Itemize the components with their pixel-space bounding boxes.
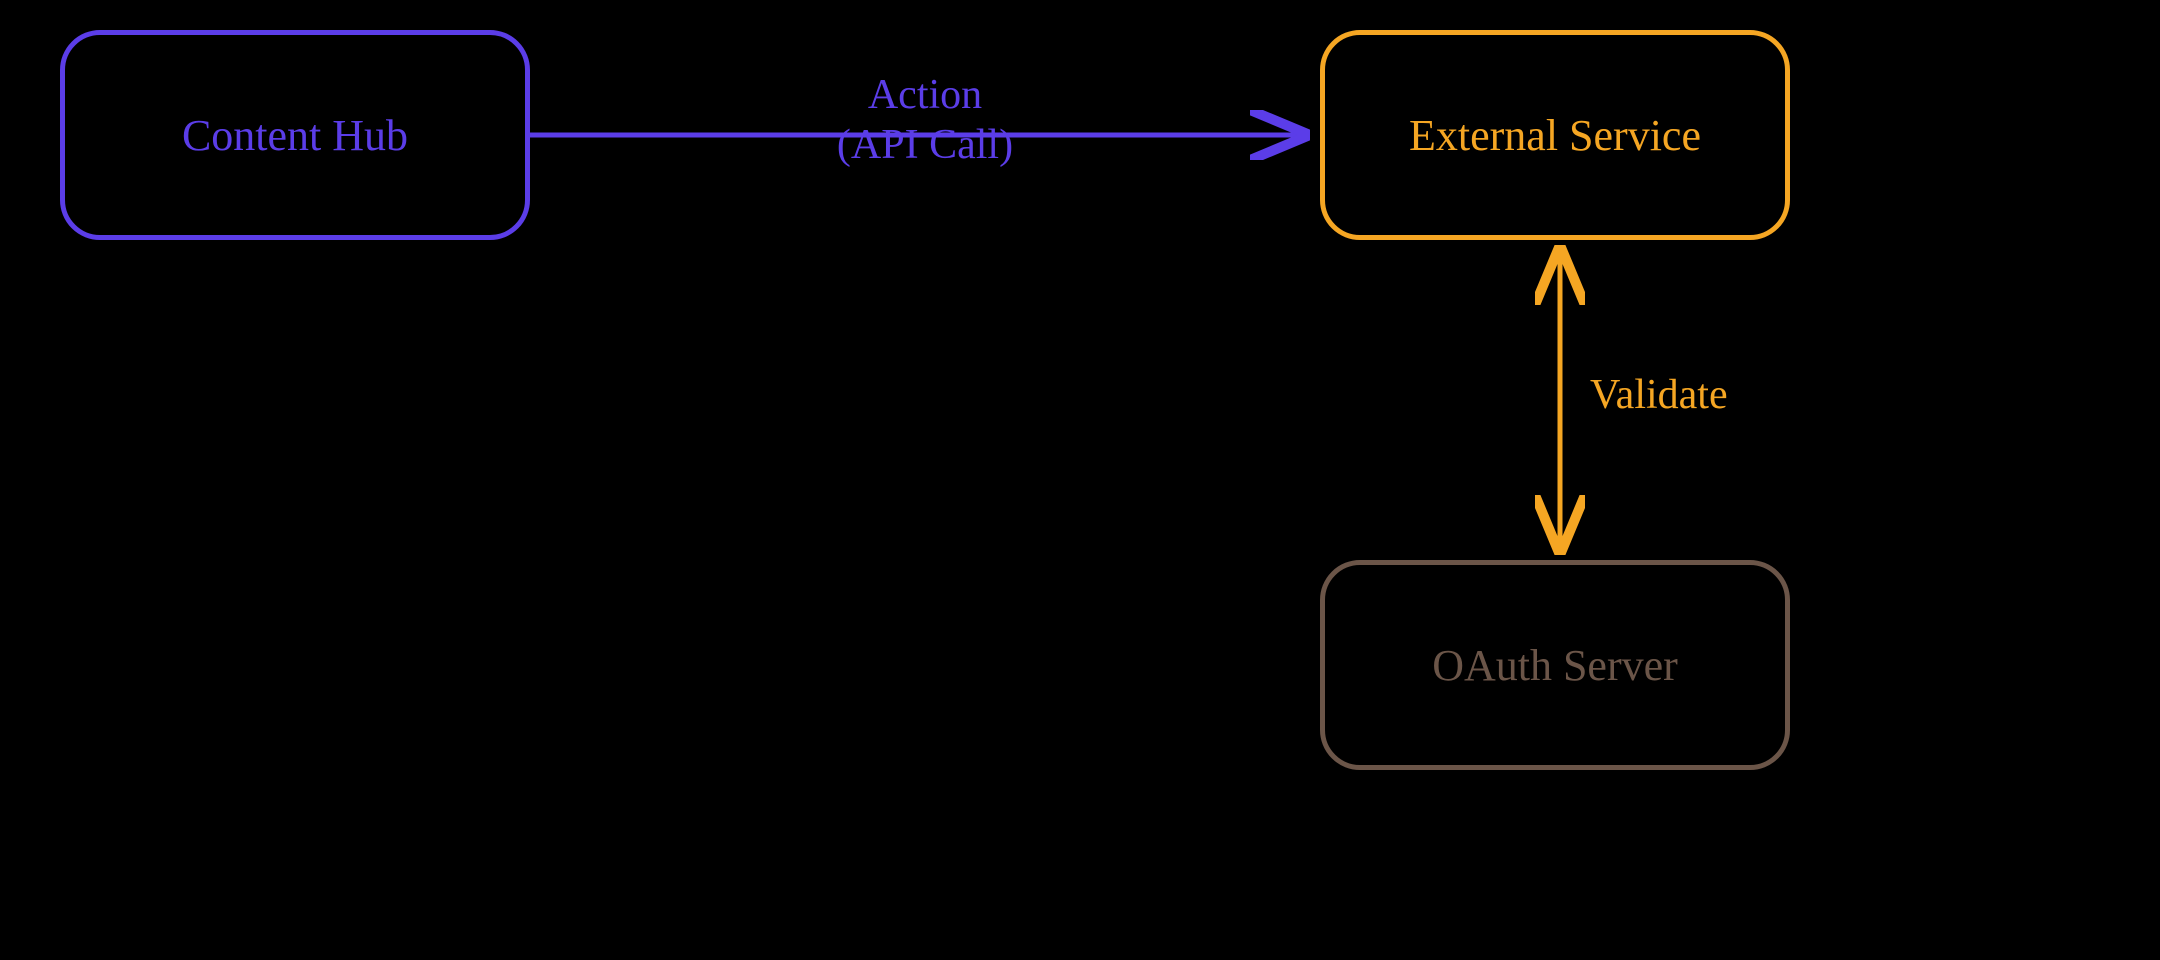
edge-label-validate: Validate [1590, 370, 1790, 420]
node-external-service: External Service [1320, 30, 1790, 240]
node-label: OAuth Server [1432, 640, 1678, 691]
node-content-hub: Content Hub [60, 30, 530, 240]
edge-label-text: Validate [1590, 372, 1728, 418]
edge-label-line2: (API Call) [790, 120, 1060, 170]
edge-label-line1: Action [790, 70, 1060, 120]
node-label: Content Hub [182, 110, 408, 161]
arrow-validate [1540, 240, 1580, 560]
edge-label-action: Action (API Call) [790, 70, 1060, 171]
node-label: External Service [1409, 110, 1701, 161]
node-oauth-server: OAuth Server [1320, 560, 1790, 770]
